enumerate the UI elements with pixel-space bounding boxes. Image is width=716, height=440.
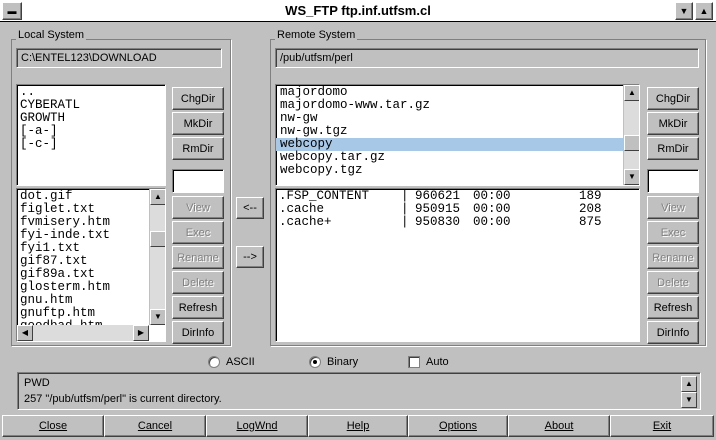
local-view-button[interactable]: View	[172, 196, 224, 219]
scroll-left-icon[interactable]: ◀	[17, 325, 33, 341]
local-delete-button[interactable]: Delete	[172, 271, 224, 294]
remote-refresh-button[interactable]: Refresh	[647, 296, 699, 319]
scroll-thumb[interactable]	[624, 135, 639, 151]
list-item[interactable]: webcopy.tgz	[276, 164, 623, 177]
logwnd-button[interactable]: LogWnd	[206, 415, 308, 437]
transfer-to-local-button[interactable]: <--	[236, 197, 264, 219]
auto-label: Auto	[426, 356, 449, 368]
local-rmdir-button[interactable]: RmDir	[172, 137, 224, 160]
scroll-up-icon[interactable]: ▲	[150, 189, 165, 205]
file-size: 875	[579, 215, 602, 229]
list-item[interactable]: [-c-]	[20, 138, 80, 151]
status-scroll-up-icon[interactable]: ▲	[681, 376, 697, 392]
local-system-label: Local System	[16, 29, 87, 41]
binary-radio[interactable]	[309, 356, 321, 368]
local-path-field[interactable]: C:\ENTEL123\DOWNLOAD	[16, 48, 222, 68]
local-rename-button[interactable]: Rename	[172, 246, 224, 269]
bottom-toolbar: Close Cancel LogWnd Help Options About E…	[0, 414, 716, 440]
local-mkdir-button[interactable]: MkDir	[172, 112, 224, 135]
remote-mkdir-button[interactable]: MkDir	[647, 112, 699, 135]
cancel-button[interactable]: Cancel	[104, 415, 206, 437]
remote-dirinfo-button[interactable]: DirInfo	[647, 321, 699, 344]
remote-dir-vscroll[interactable]: ▲ ▼	[623, 85, 639, 185]
local-dir-list[interactable]: .. CYBERATL GROWTH [-a-] [-c-]	[16, 84, 166, 186]
status-scroll-down-icon[interactable]: ▼	[681, 392, 697, 408]
status-log: PWD 257 "/pub/utfsm/perl" is current dir…	[17, 372, 701, 410]
remote-rename-button[interactable]: Rename	[647, 246, 699, 269]
options-button[interactable]: Options	[408, 415, 508, 437]
remote-chgdir-button[interactable]: ChgDir	[647, 87, 699, 110]
remote-file-list[interactable]: .FSP_CONTENT | 960621 00:00 189 .cache | 950915…	[275, 188, 640, 342]
remote-exec-button[interactable]: Exec	[647, 221, 699, 244]
local-dirinfo-button[interactable]: DirInfo	[172, 321, 224, 344]
minimize-icon[interactable]: ▼	[675, 2, 693, 20]
remote-delete-button[interactable]: Delete	[647, 271, 699, 294]
scroll-down-icon[interactable]: ▼	[624, 169, 639, 185]
local-exec-button[interactable]: Exec	[172, 221, 224, 244]
local-filter-input[interactable]	[172, 169, 224, 193]
remote-system-label: Remote System	[275, 29, 358, 41]
scroll-down-icon[interactable]: ▼	[150, 309, 165, 325]
local-chgdir-button[interactable]: ChgDir	[172, 87, 224, 110]
file-sep: |	[401, 215, 409, 229]
local-file-vscroll[interactable]: ▲ ▼	[149, 189, 165, 325]
title-bar: WS_FTP ftp.inf.utfsm.cl ▬ ▼ ▲	[0, 0, 716, 22]
local-file-list[interactable]: dot.gif figlet.txt fvmisery.htm fyi-inde.tx…	[16, 188, 166, 342]
file-date: 950830	[415, 215, 461, 229]
remote-rmdir-button[interactable]: RmDir	[647, 137, 699, 160]
help-button[interactable]: Help	[308, 415, 408, 437]
status-line-1: PWD	[24, 377, 50, 389]
list-item[interactable]: majordomo-www.tar.gz	[276, 99, 623, 112]
ascii-radio[interactable]	[208, 356, 220, 368]
scroll-right-icon[interactable]: ▶	[133, 325, 149, 341]
window-title: WS_FTP ftp.inf.utfsm.cl	[285, 3, 431, 18]
remote-filter-input[interactable]	[647, 169, 699, 193]
remote-path-field[interactable]: /pub/utfsm/perl	[275, 48, 699, 68]
file-name: .cache+	[279, 215, 332, 229]
ascii-label: ASCII	[226, 356, 255, 368]
about-button[interactable]: About	[508, 415, 610, 437]
system-menu-icon[interactable]: ▬	[2, 2, 22, 20]
auto-checkbox[interactable]	[408, 356, 420, 368]
status-line-2: 257 "/pub/utfsm/perl" is current directo…	[24, 393, 222, 405]
scroll-thumb[interactable]	[150, 231, 165, 247]
exit-button[interactable]: Exit	[610, 415, 714, 437]
file-time: 00:00	[473, 215, 511, 229]
maximize-icon[interactable]: ▲	[695, 2, 713, 20]
scroll-up-icon[interactable]: ▲	[624, 85, 639, 101]
local-file-hscroll[interactable]: ◀ ▶	[17, 325, 149, 341]
table-row[interactable]: .cache+ | 950830 00:00 875	[279, 216, 635, 229]
local-refresh-button[interactable]: Refresh	[172, 296, 224, 319]
transfer-to-remote-button[interactable]: -->	[236, 246, 264, 268]
remote-dir-list[interactable]: majordomo majordomo-www.tar.gz nw-gw nw-gw.…	[275, 84, 640, 186]
remote-view-button[interactable]: View	[647, 196, 699, 219]
close-button[interactable]: Close	[2, 415, 104, 437]
binary-label: Binary	[327, 356, 359, 368]
